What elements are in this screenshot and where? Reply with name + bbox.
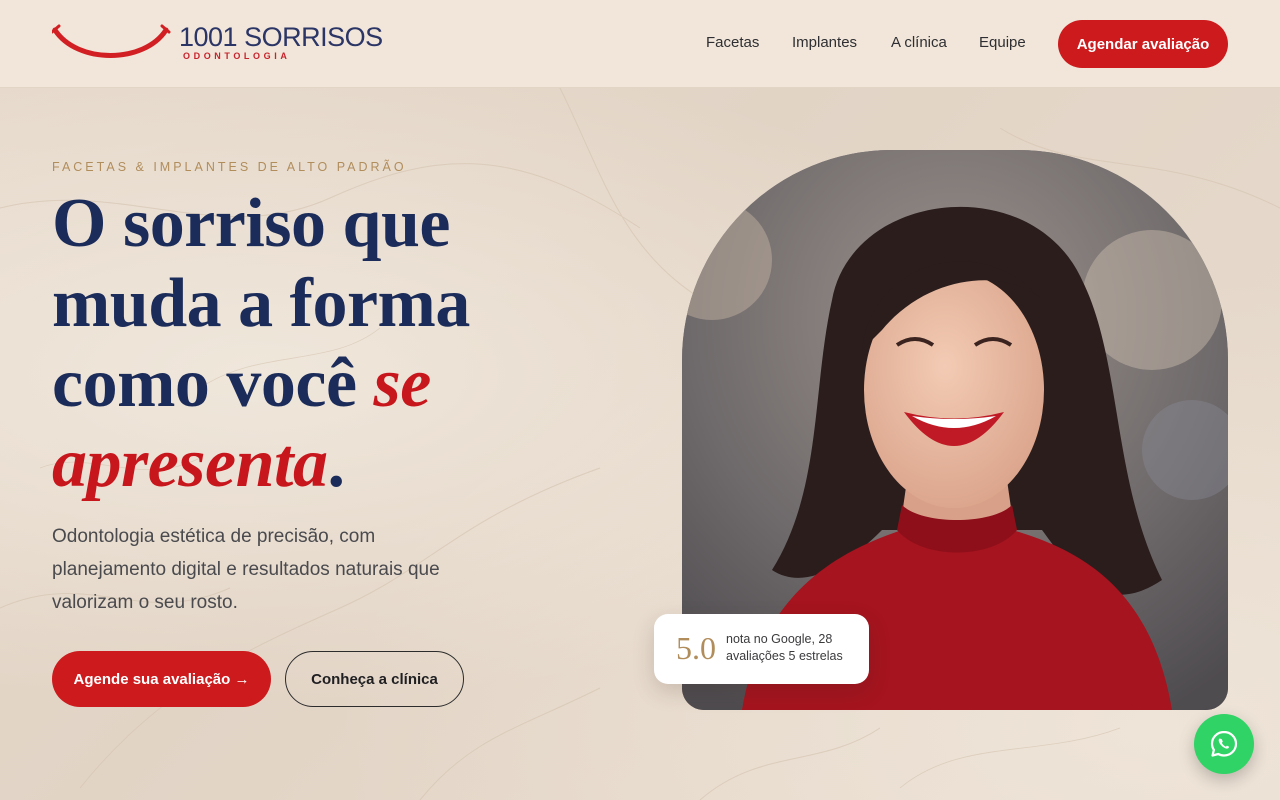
- nav-item-equipe[interactable]: Equipe: [979, 34, 1026, 51]
- nav-item-clinica[interactable]: A clínica: [891, 34, 947, 51]
- whatsapp-button[interactable]: [1194, 714, 1254, 774]
- rating-score: 5.0: [676, 630, 716, 666]
- smile-logo-icon: [52, 24, 171, 58]
- book-evaluation-button[interactable]: Agende sua avaliação →: [52, 651, 271, 707]
- nav-item-facetas[interactable]: Facetas: [706, 34, 759, 51]
- visit-clinic-button[interactable]: Conheça a clínica: [285, 651, 464, 707]
- site-header: 1001 SORRISOS ODONTOLOGIA Facetas Implan…: [0, 0, 1280, 88]
- hero-headline: O sorriso que muda a forma como você se …: [52, 184, 612, 504]
- hero-lead: Odontologia estética de precisão, com pl…: [52, 526, 440, 613]
- hero-eyebrow: FACETAS & IMPLANTES DE ALTO PADRÃO: [52, 160, 407, 174]
- logo-subtitle: ODONTOLOGIA: [183, 51, 291, 61]
- google-rating-card: 5.0 nota no Google, 28 avaliações 5 estr…: [654, 614, 869, 684]
- rating-description: nota no Google, 28 avaliações 5 estrelas: [726, 632, 843, 663]
- nav-item-implantes[interactable]: Implantes: [792, 34, 857, 51]
- logo-name: 1001 SORRISOS: [179, 22, 383, 52]
- brand-logo[interactable]: 1001 SORRISOS ODONTOLOGIA: [52, 22, 383, 66]
- schedule-evaluation-button[interactable]: Agendar avaliação: [1058, 20, 1228, 68]
- whatsapp-icon: [1210, 730, 1238, 757]
- headline-period: .: [327, 425, 346, 502]
